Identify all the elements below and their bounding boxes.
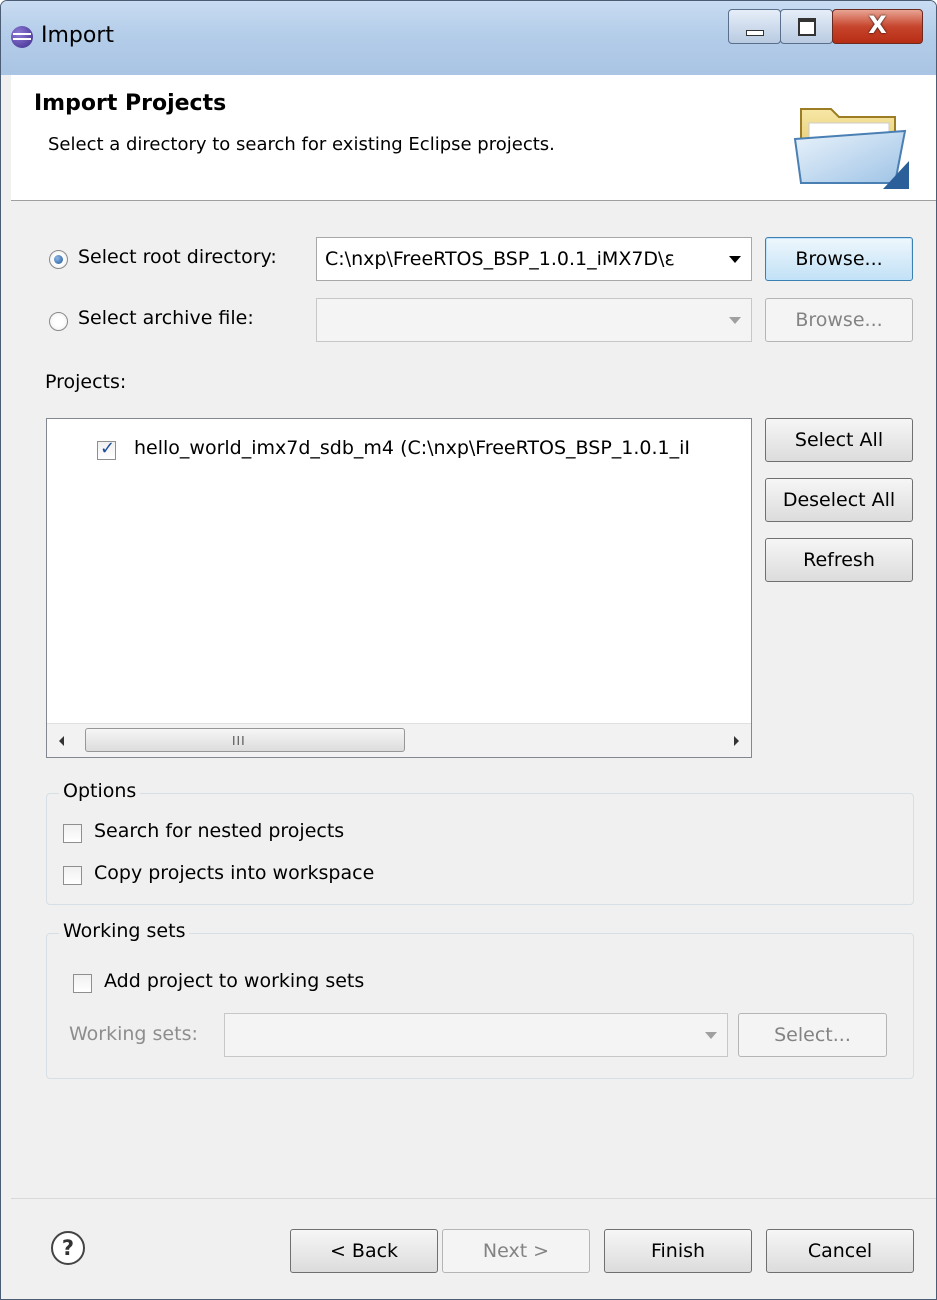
working-sets-combo[interactable] (224, 1013, 728, 1057)
options-title: Options (59, 780, 141, 802)
scrollbar-grip: III (232, 734, 246, 748)
folder-icon (793, 108, 909, 189)
page-title: Import Projects (34, 91, 227, 116)
page-description: Select a directory to search for existin… (48, 134, 555, 155)
chevron-down-icon (729, 317, 741, 324)
browse-archive-button[interactable]: Browse... (765, 298, 913, 342)
wizard-header: Import Projects Select a directory to se… (11, 75, 936, 201)
root-directory-label[interactable]: Select root directory: (78, 246, 277, 268)
chevron-down-icon (729, 256, 741, 263)
browse-root-button[interactable]: Browse... (765, 237, 913, 281)
archive-file-radio[interactable] (49, 312, 68, 331)
footer-divider (11, 1198, 936, 1199)
maximize-icon (798, 18, 816, 36)
project-checkbox[interactable] (97, 438, 116, 460)
copy-into-workspace-label[interactable]: Copy projects into workspace (94, 862, 374, 884)
search-nested-label[interactable]: Search for nested projects (94, 820, 344, 842)
projects-list[interactable]: hello_world_imx7d_sdb_m4 (C:\nxp\FreeRTO… (46, 418, 752, 758)
next-button[interactable]: Next > (442, 1229, 590, 1273)
options-group (46, 793, 914, 905)
select-all-button[interactable]: Select All (765, 418, 913, 462)
working-sets-title: Working sets (59, 920, 190, 942)
minimize-button[interactable] (728, 9, 781, 44)
copy-into-workspace-checkbox[interactable] (63, 866, 82, 885)
project-label: hello_world_imx7d_sdb_m4 (C:\nxp\FreeRTO… (134, 437, 691, 459)
minimize-icon (746, 30, 764, 36)
import-dialog: Import X Import Projects Select a direct… (0, 0, 937, 1300)
root-directory-combo[interactable]: C:\nxp\FreeRTOS_BSP_1.0.1_iMX7D\ε (316, 237, 752, 281)
title-bar[interactable]: Import X (1, 1, 936, 75)
select-working-sets-button[interactable]: Select... (738, 1013, 887, 1057)
finish-button[interactable]: Finish (604, 1229, 752, 1273)
scroll-left-icon[interactable] (59, 736, 64, 746)
archive-file-combo[interactable] (316, 298, 752, 342)
help-icon[interactable]: ? (51, 1231, 85, 1265)
working-sets-label: Working sets: (69, 1023, 198, 1045)
root-directory-radio[interactable] (49, 250, 68, 269)
cancel-button[interactable]: Cancel (766, 1229, 914, 1273)
horizontal-scrollbar[interactable]: III (47, 723, 751, 757)
search-nested-checkbox[interactable] (63, 824, 82, 843)
chevron-down-icon (705, 1032, 717, 1039)
scrollbar-thumb[interactable]: III (85, 728, 405, 752)
working-sets-group (46, 933, 914, 1079)
add-to-working-sets-label[interactable]: Add project to working sets (104, 970, 364, 992)
deselect-all-button[interactable]: Deselect All (765, 478, 913, 522)
close-button[interactable]: X (832, 9, 923, 44)
window-title: Import (41, 23, 115, 48)
archive-file-label[interactable]: Select archive file: (78, 307, 254, 329)
back-button[interactable]: < Back (290, 1229, 438, 1273)
eclipse-icon (11, 26, 33, 48)
window-controls: X (728, 9, 925, 44)
add-to-working-sets-checkbox[interactable] (73, 974, 92, 993)
scroll-right-icon[interactable] (734, 736, 739, 746)
root-directory-value: C:\nxp\FreeRTOS_BSP_1.0.1_iMX7D\ε (325, 248, 675, 270)
refresh-button[interactable]: Refresh (765, 538, 913, 582)
maximize-button[interactable] (780, 9, 833, 44)
projects-label: Projects: (45, 371, 127, 393)
close-icon: X (868, 11, 887, 39)
